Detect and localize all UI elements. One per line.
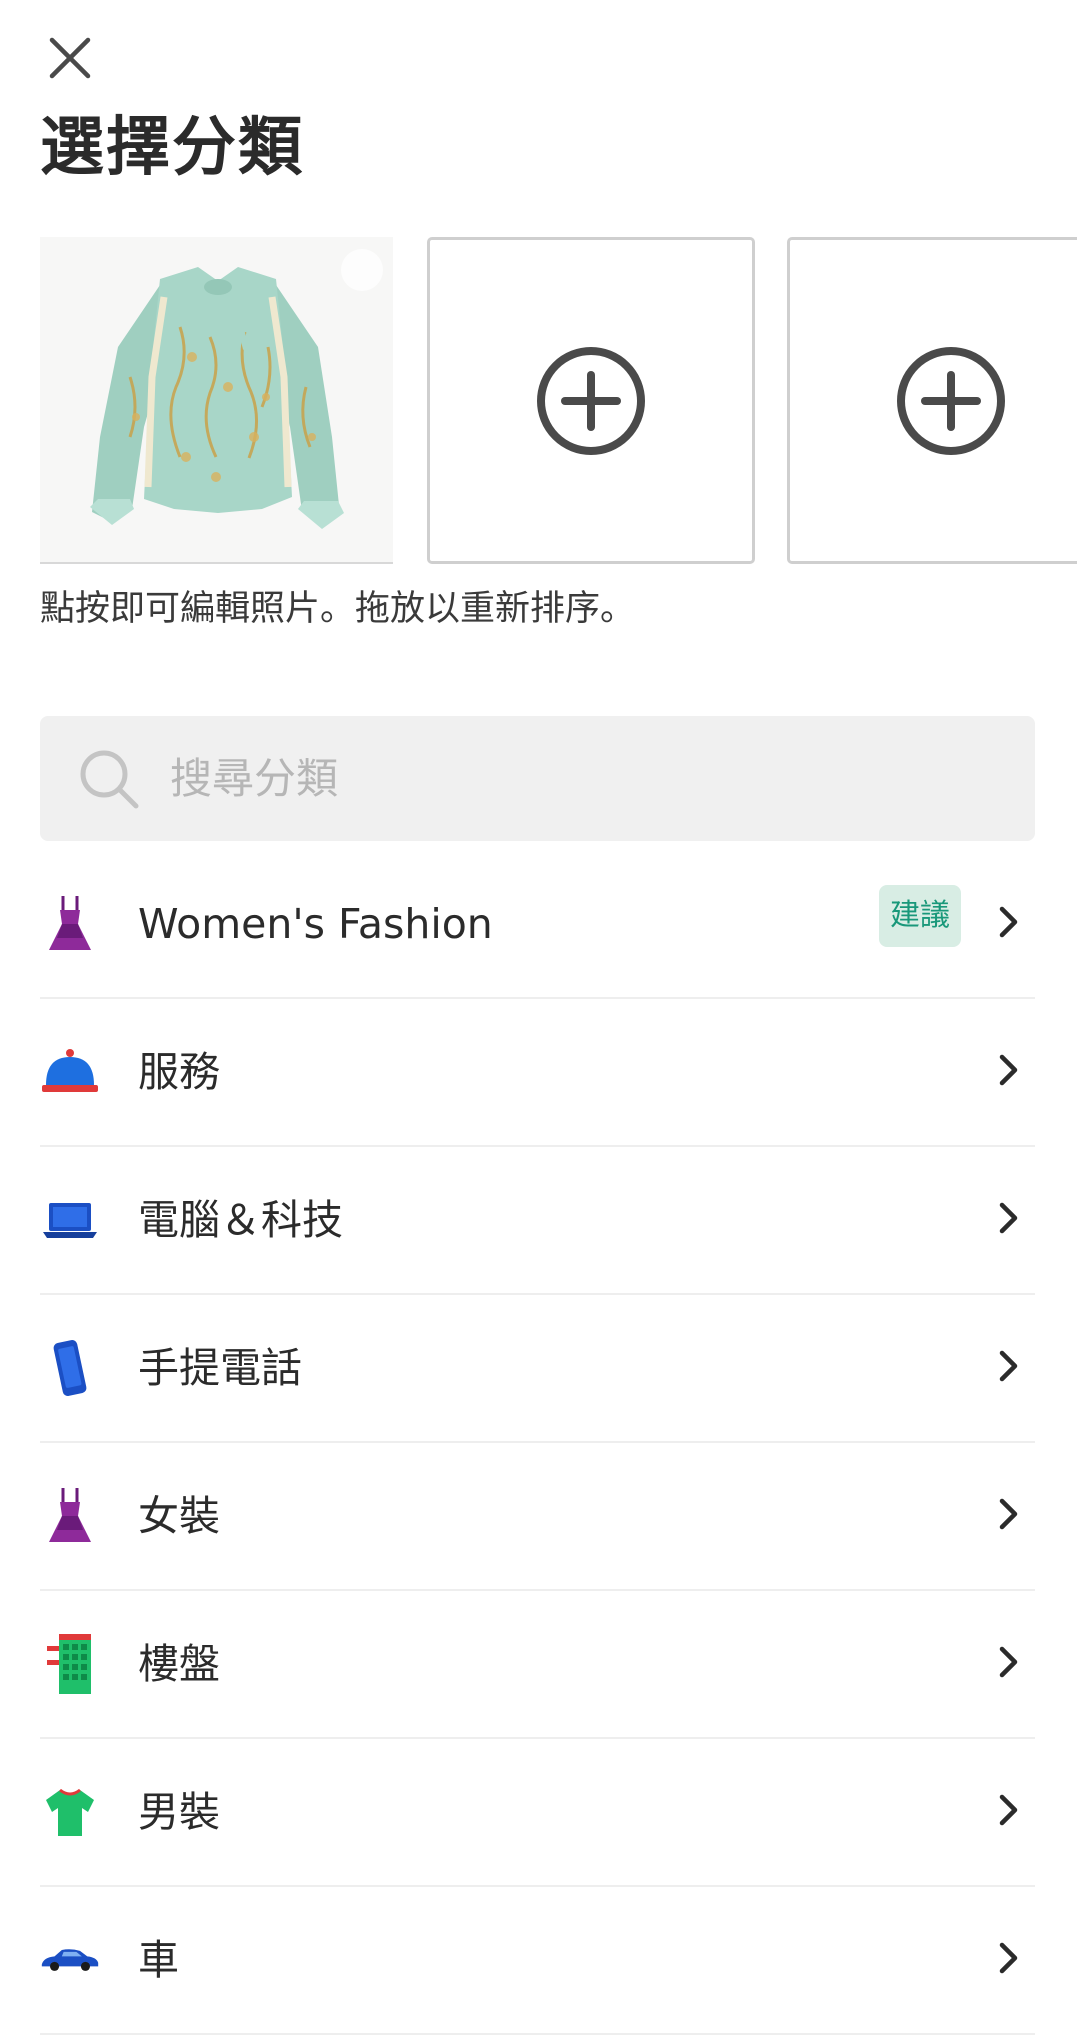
chevron-right-icon xyxy=(999,906,1018,938)
t-shirt-icon xyxy=(40,1782,100,1842)
category-item-womens-fashion[interactable]: Women's Fashion 建議 xyxy=(40,851,1035,999)
chevron-right-icon xyxy=(999,1794,1018,1826)
category-item-computers-tech[interactable]: 電腦＆科技 xyxy=(40,1147,1035,1295)
mobile-phone-icon xyxy=(40,1338,100,1398)
building-icon xyxy=(40,1634,100,1694)
close-icon xyxy=(49,37,91,79)
dress-icon xyxy=(40,1486,100,1546)
search-bar[interactable] xyxy=(40,716,1035,841)
category-label: Women's Fashion xyxy=(138,900,493,948)
chevron-right-icon xyxy=(999,1942,1018,1974)
chevron-right-icon xyxy=(999,1202,1018,1234)
suggested-badge: 建議 xyxy=(879,885,961,947)
category-label: 男裝 xyxy=(138,1788,220,1836)
photo-badge xyxy=(341,249,383,291)
category-label: 女裝 xyxy=(138,1492,220,1540)
category-item-womenswear[interactable]: 女裝 xyxy=(40,1443,1035,1591)
photo-strip xyxy=(40,237,1077,565)
photo-hint: 點按即可編輯照片。拖放以重新排序。 xyxy=(40,589,636,629)
category-list: Women's Fashion 建議 服務 電腦＆科技 手提電話 女裝 樓盤 男… xyxy=(40,851,1035,2035)
category-label: 樓盤 xyxy=(138,1640,220,1688)
category-label: 車 xyxy=(138,1936,179,1984)
category-label: 服務 xyxy=(138,1048,220,1096)
page-title: 選擇分類 xyxy=(40,111,304,185)
category-item-services[interactable]: 服務 xyxy=(40,999,1035,1147)
chevron-right-icon xyxy=(999,1054,1018,1086)
category-label: 手提電話 xyxy=(138,1344,302,1392)
search-input[interactable] xyxy=(168,742,992,815)
plus-circle-icon xyxy=(897,346,1005,455)
dress-icon xyxy=(40,894,100,954)
service-bell-icon xyxy=(40,1042,100,1102)
plus-circle-icon xyxy=(537,346,645,455)
category-item-mobile-phones[interactable]: 手提電話 xyxy=(40,1295,1035,1443)
category-item-menswear[interactable]: 男裝 xyxy=(40,1739,1035,1887)
close-button[interactable] xyxy=(44,32,96,84)
add-photo-button[interactable] xyxy=(787,237,1077,564)
search-icon xyxy=(78,748,140,810)
category-item-property[interactable]: 樓盤 xyxy=(40,1591,1035,1739)
category-label: 電腦＆科技 xyxy=(138,1196,343,1244)
chevron-right-icon xyxy=(999,1350,1018,1382)
car-icon xyxy=(40,1930,100,1990)
laptop-icon xyxy=(40,1190,100,1250)
add-photo-button[interactable] xyxy=(427,237,755,564)
photo-thumbnail[interactable] xyxy=(40,237,393,564)
category-item-cars[interactable]: 車 xyxy=(40,1887,1035,2035)
chevron-right-icon xyxy=(999,1646,1018,1678)
chevron-right-icon xyxy=(999,1498,1018,1530)
blouse-photo xyxy=(40,237,393,562)
